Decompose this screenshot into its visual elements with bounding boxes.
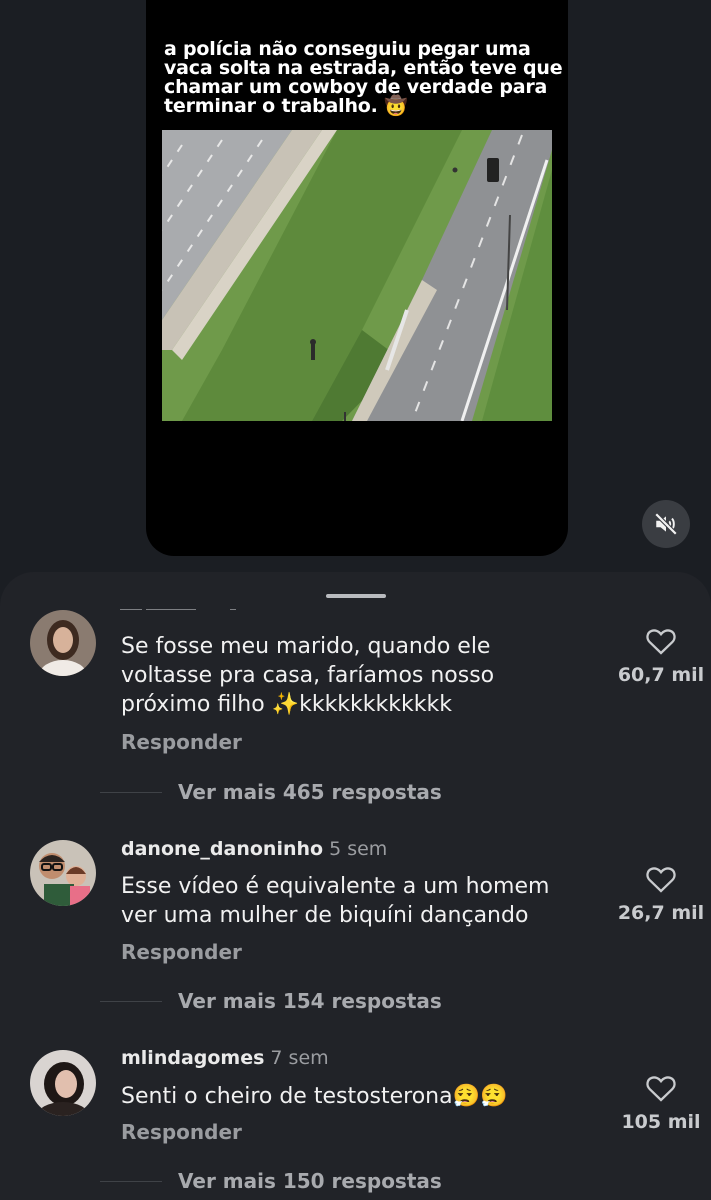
view-more-replies[interactable]: Ver mais 154 respostas	[178, 989, 442, 1013]
like-count: 26,7 mil	[617, 902, 705, 924]
divider	[100, 1181, 162, 1182]
video-player[interactable]: a polícia não conseguiu pegar uma vaca s…	[146, 0, 568, 556]
divider	[100, 792, 162, 793]
mute-button[interactable]	[642, 500, 690, 548]
speaker-muted-icon	[654, 512, 678, 536]
comment-time: 7 sem	[270, 1047, 329, 1069]
heart-icon[interactable]	[645, 626, 677, 656]
cut-off-username	[120, 602, 260, 610]
video-area: a polícia não conseguiu pegar uma vaca s…	[0, 0, 711, 600]
reply-button[interactable]: Responder	[121, 940, 242, 964]
comment-username[interactable]: danone_danoninho 5 sem	[121, 838, 387, 860]
video-caption: a polícia não conseguiu pegar uma vaca s…	[164, 38, 563, 117]
like-count: 105 mil	[621, 1111, 701, 1133]
view-more-replies[interactable]: Ver mais 465 respostas	[178, 780, 442, 804]
highway-aerial-image	[162, 130, 552, 421]
comments-sheet: Se fosse meu marido, quando ele voltasse…	[0, 572, 711, 1200]
comment-text: Senti o cheiro de testosterona😮‍💨😮‍💨	[121, 1084, 508, 1109]
reply-button[interactable]: Responder	[121, 730, 242, 754]
comment-time: 5 sem	[329, 838, 388, 860]
avatar[interactable]	[30, 1050, 96, 1116]
username-text[interactable]: danone_danoninho	[121, 838, 323, 860]
heart-icon[interactable]	[645, 1073, 677, 1103]
heart-icon[interactable]	[645, 864, 677, 894]
avatar[interactable]	[30, 840, 96, 906]
avatar[interactable]	[30, 610, 96, 676]
username-text[interactable]: mlindagomes	[121, 1047, 264, 1069]
drag-handle[interactable]	[326, 594, 386, 598]
divider	[100, 1001, 162, 1002]
view-more-replies[interactable]: Ver mais 150 respostas	[178, 1169, 442, 1193]
like-count: 60,7 mil	[617, 664, 705, 686]
reply-button[interactable]: Responder	[121, 1120, 242, 1144]
comment-username[interactable]: mlindagomes 7 sem	[121, 1047, 329, 1069]
comment-text: Esse vídeo é equivalente a um homem ver …	[121, 874, 550, 928]
comment-text: Se fosse meu marido, quando ele voltasse…	[121, 634, 495, 717]
